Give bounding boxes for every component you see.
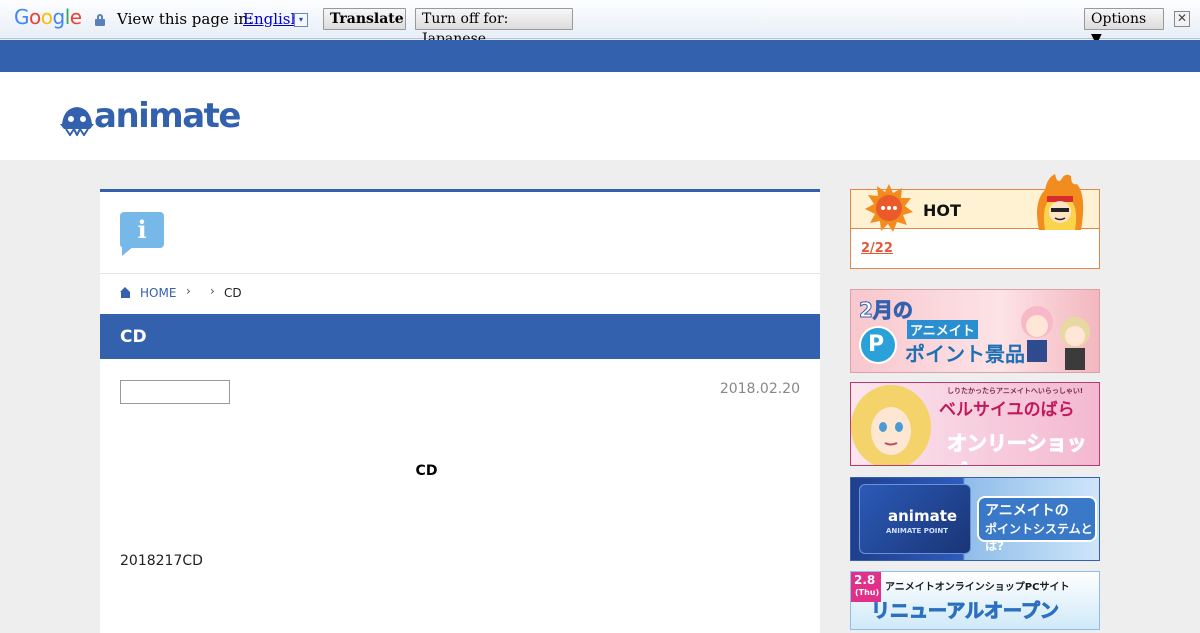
chibi-characters-illustration (1021, 306, 1090, 370)
breadcrumb: HOME › › CD (100, 273, 820, 315)
main-content: i HOME › › CD CD 2018.02.20 CD 2018217CD (100, 189, 820, 633)
breadcrumb-current: CD (224, 286, 242, 300)
animate-logo[interactable]: animate (60, 96, 242, 136)
hot-date-link[interactable]: 2/22 (861, 241, 893, 256)
top-band (0, 40, 1200, 72)
mascot-fire-icon (1037, 174, 1084, 230)
banner-versailles-shop[interactable]: しりたかったらアニメイトへいらっしゃい! ベルサイユのばら オンリーショップ (850, 382, 1100, 466)
article-heading: CD (415, 463, 438, 479)
translate-bar: Google View this page in: English ▾ Tran… (0, 0, 1200, 47)
banner-animate-point[interactable]: animate ANIMATE POINT アニメイトの ポイントシステムとは? (850, 477, 1100, 561)
info-icon: i (120, 212, 164, 256)
character-portrait-illustration (851, 385, 931, 465)
point-badge-icon: P (859, 326, 897, 364)
hot-header: HOT (851, 174, 1099, 232)
google-logo: Google (14, 5, 82, 29)
hot-label: HOT (923, 201, 961, 220)
close-icon[interactable]: ✕ (1174, 11, 1190, 27)
page-title: CD (120, 327, 147, 347)
home-icon[interactable] (120, 287, 131, 298)
chevron-right-icon: › (210, 284, 215, 298)
site-header: animate (0, 72, 1200, 160)
article-body: 2018217CD (120, 553, 203, 569)
banner-point-prizes[interactable]: 2月の P アニメイト ポイント景品 (850, 289, 1100, 373)
language-dropdown-icon[interactable]: ▾ (294, 13, 308, 27)
options-button[interactable]: Options ▼ (1084, 8, 1164, 47)
logo-mascot-icon (60, 107, 94, 136)
article-date: 2018.02.20 (719, 381, 800, 397)
chevron-right-icon: › (186, 284, 191, 298)
translate-button[interactable]: Translate (323, 8, 406, 30)
page-title-bar: CD (100, 314, 820, 359)
hot-box: HOT 2/22 (850, 174, 1100, 269)
point-card-illustration: animate ANIMATE POINT (859, 484, 971, 554)
turn-off-button[interactable]: Turn off for: Japanese (415, 8, 573, 47)
language-link[interactable]: English (243, 10, 300, 28)
speech-burst-icon (865, 184, 913, 232)
breadcrumb-home-link[interactable]: HOME (140, 286, 176, 300)
banner-online-shop-renewal[interactable]: 2.8 (Thu) アニメイトオンラインショップPCサイト リニューアルオープン (850, 571, 1100, 630)
lock-icon (95, 14, 105, 26)
category-tag-box[interactable] (120, 380, 230, 404)
translate-prompt: View this page in: (117, 10, 254, 28)
logo-wordmark: animate (94, 96, 242, 136)
